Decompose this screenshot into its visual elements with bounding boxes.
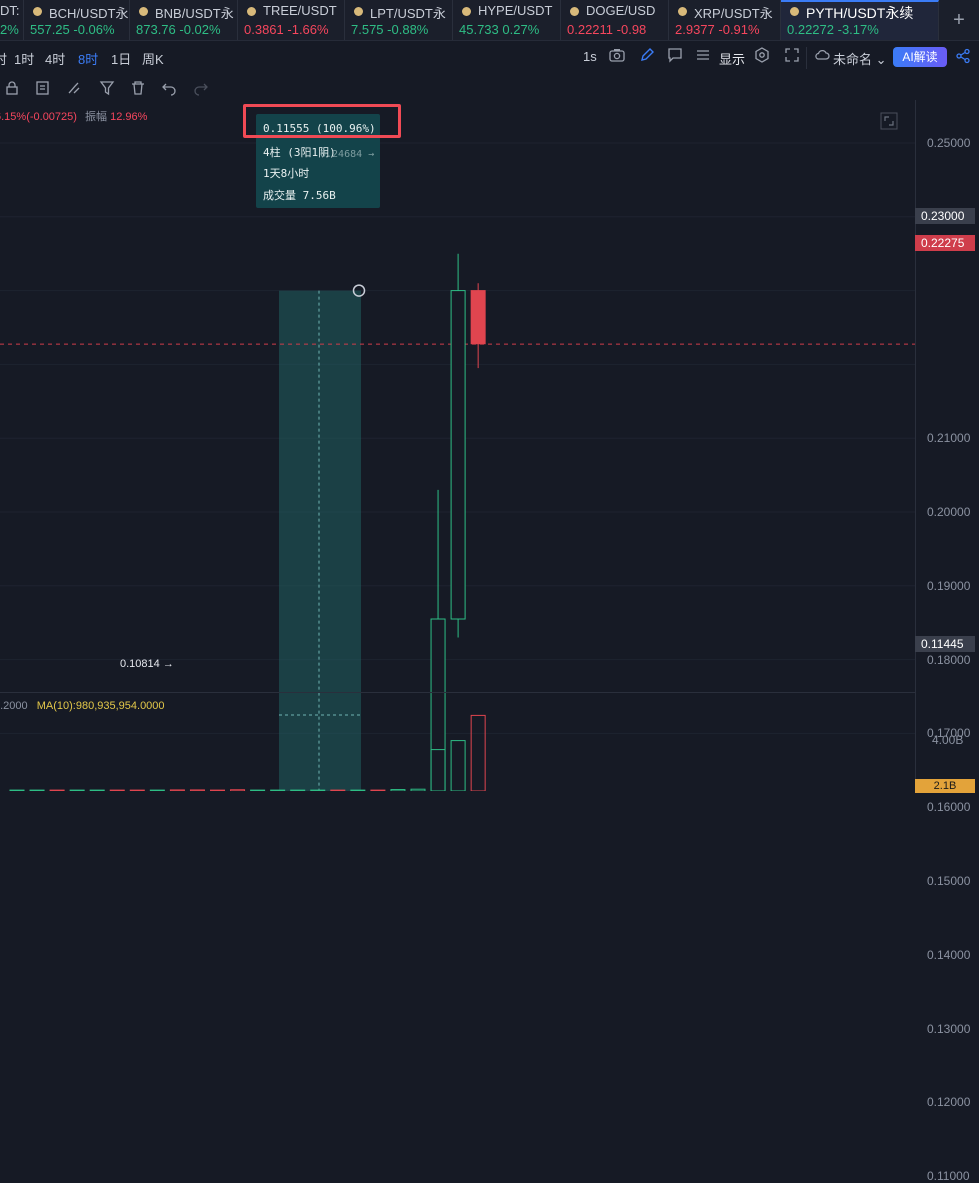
price-chart[interactable] — [0, 100, 915, 791]
filter-icon[interactable] — [99, 80, 115, 96]
measure-duration: 1天8小时 — [263, 167, 310, 180]
price-axis-label: 0.11000 — [927, 1169, 970, 1183]
highlight-box — [243, 104, 401, 138]
settings-list-icon[interactable] — [695, 47, 711, 66]
share-icon[interactable] — [955, 48, 971, 69]
undo-icon[interactable] — [161, 80, 177, 96]
price-axis-label: 0.18000 — [927, 652, 971, 667]
volume-bar — [470, 714, 486, 791]
price-axis-label: 0.14000 — [927, 947, 971, 962]
price-axis-label: 0.25000 — [927, 136, 971, 150]
ticker-tab-bnb[interactable]: BNB/USDT永 873.76 -0.02% — [130, 0, 238, 40]
camera-icon[interactable] — [609, 47, 625, 66]
price-axis-label: 0.15000 — [927, 874, 971, 888]
divider — [806, 47, 807, 69]
chevron-down-icon: ⌄ — [875, 52, 887, 67]
coin-icon — [247, 7, 256, 16]
pencil-icon[interactable] — [639, 47, 655, 66]
price-axis-label: 0.20000 — [927, 505, 971, 519]
timeframe-1h[interactable]: 时 — [0, 49, 7, 68]
note-icon[interactable] — [35, 80, 51, 96]
comment-icon[interactable] — [667, 47, 683, 66]
coin-icon — [33, 7, 42, 16]
timeframe-4h[interactable]: 4时 — [45, 49, 65, 68]
candle-body — [470, 290, 486, 345]
price-axis-label: 0.13000 — [927, 1021, 971, 1036]
ma-indicator-line: 9.2000 MA(10):980,935,954.0000 — [0, 700, 165, 712]
ticker-tab-doge[interactable]: DOGE/USD 0.22211 -0.98 — [561, 0, 669, 40]
ticker-tab-pyth-active[interactable]: PYTH/USDT永续 0.22272 -3.17% — [781, 0, 939, 40]
ticker-tab-hype[interactable]: HYPE/USDT 45.733 0.27% — [453, 0, 561, 40]
ticker-tab-xrp[interactable]: XRP/USDT永 2.9377 -0.91% — [669, 0, 781, 40]
redo-icon[interactable] — [193, 80, 209, 96]
measure-region — [279, 290, 361, 791]
low-price-tag: 0.11445 — [915, 636, 975, 652]
coin-icon — [570, 7, 579, 16]
layout-name-dropdown[interactable]: 未命名 ⌄ — [833, 49, 887, 68]
ticker-bar: DT: 2% BCH/USDT永 557.25 -0.06% BNB/USDT永… — [0, 0, 979, 41]
cloud-icon — [814, 47, 830, 66]
coin-icon — [354, 7, 363, 16]
timeframe-8h[interactable]: 8时 — [78, 49, 98, 68]
price-axis-label: 0.12000 — [927, 1095, 971, 1110]
measure-high-label: 0.24684 → — [320, 149, 375, 160]
price-axis-label: 0.19000 — [927, 578, 971, 593]
timeframe-1w[interactable]: 周K — [142, 49, 164, 68]
add-tab-icon[interactable]: + — [939, 0, 979, 40]
coin-icon — [139, 7, 148, 16]
low-price-label: 0.10814 → — [120, 658, 174, 670]
candle-body — [430, 618, 446, 791]
current-price-tag: 0.22275 — [915, 235, 975, 251]
ticker-tab-tree[interactable]: TREE/USDT 0.3861 -1.66% — [238, 0, 345, 40]
gear-icon[interactable] — [754, 47, 770, 66]
coin-icon — [678, 7, 687, 16]
ticker-tab[interactable]: DT: 2% — [0, 0, 24, 40]
trash-icon[interactable] — [130, 80, 146, 96]
ai-interpret-button[interactable]: AI解读 — [893, 47, 947, 67]
coin-icon — [462, 7, 471, 16]
high-price-tag: 0.23000 — [915, 208, 975, 224]
price-axis-label: 0.16000 — [927, 800, 971, 815]
candle-body — [450, 290, 466, 620]
price-axis[interactable] — [915, 100, 979, 791]
timeframe-1h-b[interactable]: 1时 — [14, 49, 34, 68]
volume-bar — [450, 740, 466, 791]
measure-volume: 成交量 7.56B — [263, 189, 336, 202]
display-button[interactable]: 显示 — [719, 49, 745, 68]
coin-icon — [790, 7, 799, 16]
price-axis-label: 0.21000 — [927, 431, 971, 446]
fullscreen-icon[interactable] — [784, 47, 800, 66]
timeframe-1d[interactable]: 1日 — [111, 49, 131, 68]
ticker-tab-lpt[interactable]: LPT/USDT永 7.575 -0.88% — [345, 0, 453, 40]
lock-icon[interactable] — [4, 80, 20, 96]
pane-divider — [0, 692, 915, 693]
interval-button[interactable]: 1s — [583, 49, 597, 64]
volume-axis-label: 4.00B — [932, 733, 964, 747]
brush-icon[interactable] — [66, 80, 82, 96]
chart-toolbar: 时 1时 4时 8时 1日 周K 1s 显示 未命名 ⌄ — [0, 41, 979, 73]
ticker-tab-bch[interactable]: BCH/USDT永 557.25 -0.06% — [24, 0, 130, 40]
